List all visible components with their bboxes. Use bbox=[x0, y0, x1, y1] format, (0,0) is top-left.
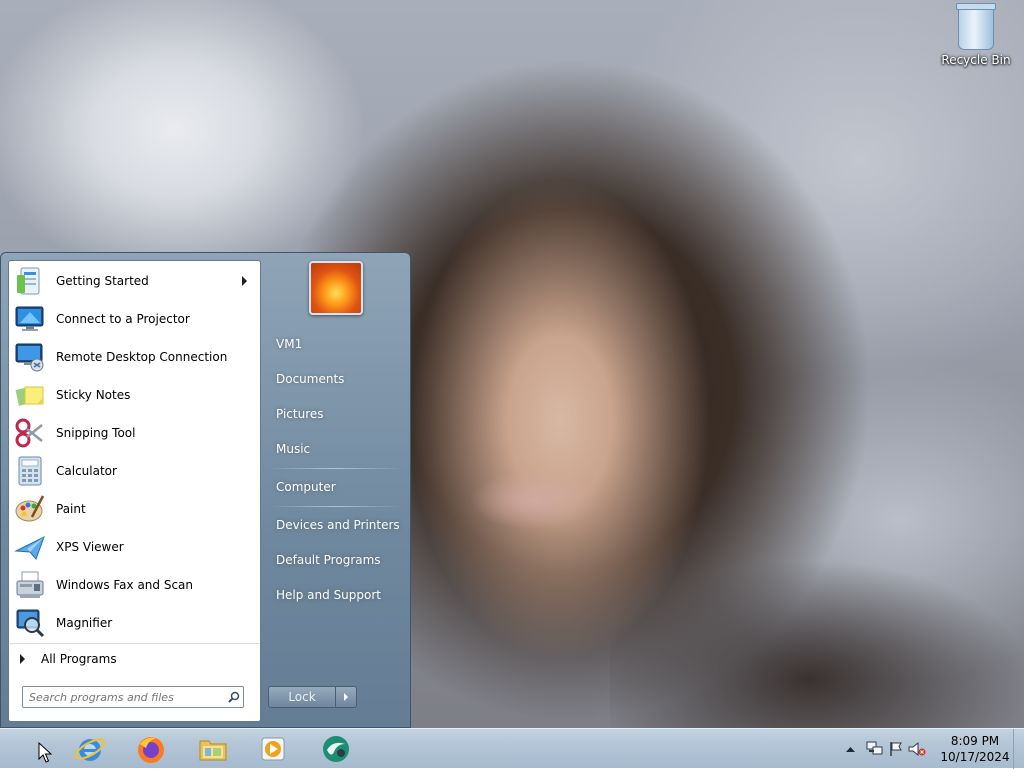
network-icon[interactable] bbox=[864, 741, 886, 757]
getting-started-icon bbox=[14, 265, 46, 297]
place-user-folder[interactable]: VM1 bbox=[267, 329, 405, 359]
program-sticky-notes[interactable]: Sticky Notes bbox=[12, 377, 257, 413]
search-input[interactable] bbox=[29, 688, 219, 706]
clock-time: 8:09 PM bbox=[950, 734, 1000, 748]
places-divider bbox=[269, 506, 401, 507]
chevron-right-icon bbox=[20, 654, 25, 664]
windows-orb-icon bbox=[7, 732, 41, 766]
volume-muted-icon[interactable] bbox=[906, 741, 928, 757]
wallpaper-shadow bbox=[610, 560, 1024, 728]
program-label: Calculator bbox=[56, 464, 117, 478]
show-desktop-button[interactable] bbox=[1013, 729, 1024, 769]
desktop-icon-label: Recycle Bin bbox=[941, 53, 1011, 67]
program-getting-started[interactable]: Getting Started bbox=[12, 263, 257, 299]
program-label: Remote Desktop Connection bbox=[56, 350, 228, 364]
program-label: Snipping Tool bbox=[56, 426, 136, 440]
taskbar-pin-app[interactable] bbox=[314, 731, 358, 767]
show-hidden-icons-icon[interactable] bbox=[842, 746, 858, 752]
taskbar-pin-media-player[interactable] bbox=[251, 731, 295, 767]
program-label: Magnifier bbox=[56, 616, 113, 630]
all-programs-button[interactable]: All Programs bbox=[10, 643, 259, 674]
taskbar: 8:09 PM 10/17/2024 bbox=[0, 728, 1024, 769]
program-label: Connect to a Projector bbox=[56, 312, 190, 326]
internet-explorer-icon bbox=[74, 738, 106, 761]
scissors-icon bbox=[14, 417, 46, 449]
media-player-icon bbox=[261, 737, 285, 761]
program-connect-to-projector[interactable]: Connect to a Projector bbox=[12, 301, 257, 337]
desktop-icon-recycle-bin[interactable]: Recycle Bin bbox=[940, 3, 1012, 67]
notification-area bbox=[842, 729, 928, 769]
fax-scan-icon bbox=[14, 569, 46, 601]
lock-button[interactable]: Lock bbox=[268, 686, 336, 708]
all-programs-label: All Programs bbox=[41, 652, 117, 666]
program-label: Getting Started bbox=[56, 274, 149, 288]
taskbar-pin-file-explorer[interactable] bbox=[191, 731, 235, 767]
program-paint[interactable]: Paint bbox=[12, 491, 257, 527]
chevron-right-icon bbox=[344, 693, 348, 701]
place-computer[interactable]: Computer bbox=[267, 472, 405, 502]
app-swirl-icon bbox=[323, 736, 349, 762]
chevron-right-icon[interactable] bbox=[242, 276, 247, 286]
projector-icon bbox=[14, 303, 46, 335]
program-magnifier[interactable]: Magnifier bbox=[12, 605, 257, 641]
taskbar-pin-internet-explorer[interactable] bbox=[68, 731, 112, 767]
file-explorer-icon bbox=[199, 740, 227, 761]
xps-viewer-icon bbox=[14, 531, 46, 563]
wallpaper-highlight bbox=[470, 470, 600, 530]
remote-desktop-icon bbox=[14, 341, 46, 373]
search-icon[interactable] bbox=[228, 691, 240, 703]
search-box[interactable] bbox=[22, 686, 244, 708]
program-windows-fax-and-scan[interactable]: Windows Fax and Scan bbox=[12, 567, 257, 603]
program-remote-desktop-connection[interactable]: Remote Desktop Connection bbox=[12, 339, 257, 375]
power-button-group: Lock bbox=[268, 686, 357, 708]
program-label: Paint bbox=[56, 502, 86, 516]
program-snipping-tool[interactable]: Snipping Tool bbox=[12, 415, 257, 451]
place-pictures[interactable]: Pictures bbox=[267, 399, 405, 429]
program-label: Windows Fax and Scan bbox=[56, 578, 194, 592]
firefox-icon bbox=[138, 737, 164, 763]
place-music[interactable]: Music bbox=[267, 434, 405, 464]
place-default-programs[interactable]: Default Programs bbox=[267, 545, 405, 575]
program-xps-viewer[interactable]: XPS Viewer bbox=[12, 529, 257, 565]
program-calculator[interactable]: Calculator bbox=[12, 453, 257, 489]
places-divider bbox=[269, 468, 401, 469]
program-label: XPS Viewer bbox=[56, 540, 124, 554]
user-picture-avatar[interactable] bbox=[309, 261, 363, 315]
magnifier-icon bbox=[14, 607, 46, 639]
place-help-and-support[interactable]: Help and Support bbox=[267, 580, 405, 610]
start-menu: Getting Started Connect to a Projector R… bbox=[0, 252, 411, 728]
action-center-flag-icon[interactable] bbox=[886, 741, 906, 757]
taskbar-pin-firefox[interactable] bbox=[129, 731, 173, 767]
place-devices-and-printers[interactable]: Devices and Printers bbox=[267, 510, 405, 540]
power-options-button[interactable] bbox=[336, 686, 357, 708]
taskbar-clock[interactable]: 8:09 PM 10/17/2024 bbox=[936, 733, 1014, 765]
sticky-notes-icon bbox=[14, 379, 46, 411]
calculator-icon bbox=[14, 455, 46, 487]
paint-palette-icon bbox=[14, 493, 46, 525]
program-label: Sticky Notes bbox=[56, 388, 131, 402]
programs-pane: Getting Started Connect to a Projector R… bbox=[8, 260, 261, 722]
place-documents[interactable]: Documents bbox=[267, 364, 405, 394]
recycle-bin-icon bbox=[956, 3, 996, 50]
clock-date: 10/17/2024 bbox=[940, 750, 1010, 764]
